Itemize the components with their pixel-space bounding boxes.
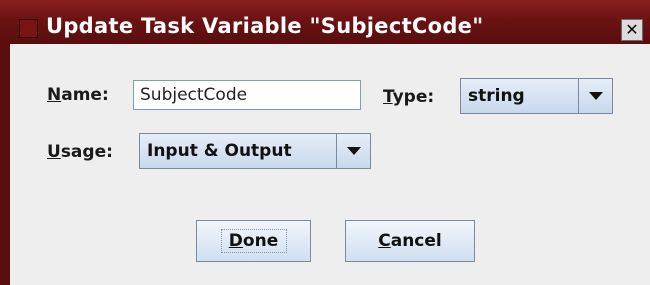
window-frame-left: [0, 44, 10, 285]
close-glyph: ✕: [625, 20, 639, 39]
cancel-button[interactable]: Cancel: [345, 220, 475, 262]
usage-select-value: Input & Output: [147, 141, 292, 161]
name-label-mnemonic: N: [47, 85, 62, 105]
usage-select-arrow[interactable]: [336, 134, 370, 168]
title-bar[interactable]: Update Task Variable "SubjectCode" ✕: [0, 0, 650, 44]
name-field-value: SubjectCode: [140, 85, 248, 105]
usage-select[interactable]: Input & Output: [139, 133, 371, 169]
dialog-title: Update Task Variable "SubjectCode": [46, 14, 484, 38]
cancel-text: ancel: [390, 231, 442, 251]
chevron-down-icon: [347, 147, 361, 155]
chevron-down-icon: [589, 92, 603, 100]
type-select-value: string: [468, 86, 525, 106]
cancel-button-label: Cancel: [378, 231, 442, 251]
usage-label: Usage:: [47, 142, 113, 162]
usage-label-text: sage:: [60, 142, 113, 162]
type-select[interactable]: string: [460, 78, 613, 114]
name-label-text: ame:: [61, 85, 109, 105]
type-label-mnemonic: T: [383, 87, 393, 107]
name-field[interactable]: SubjectCode: [133, 80, 361, 110]
focus-indicator: [221, 229, 287, 253]
cancel-mnemonic: C: [378, 231, 391, 251]
window-menu-icon[interactable]: [19, 19, 38, 38]
type-select-arrow[interactable]: [578, 79, 612, 113]
done-button[interactable]: Done: [196, 220, 311, 262]
type-label: Type:: [383, 87, 434, 107]
close-icon[interactable]: ✕: [621, 19, 643, 41]
name-label: Name:: [47, 85, 109, 105]
usage-label-mnemonic: U: [47, 142, 61, 162]
dialog-window: Update Task Variable "SubjectCode" ✕ Nam…: [0, 0, 650, 285]
type-label-text: ype:: [392, 87, 435, 107]
